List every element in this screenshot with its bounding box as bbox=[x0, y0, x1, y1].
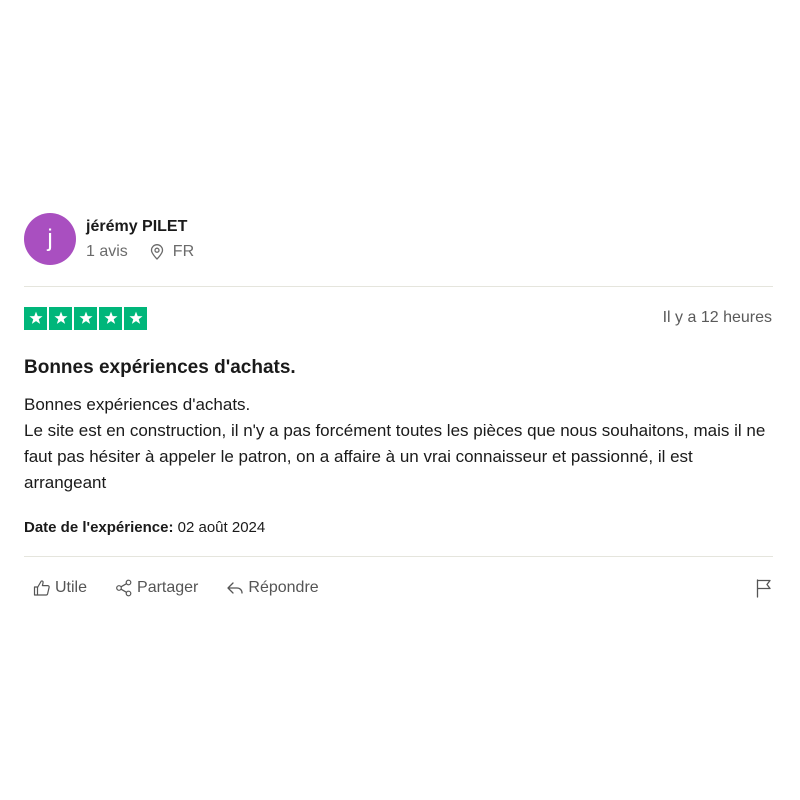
review-card: j jérémy PILET 1 avis FR Il y a 12 heure… bbox=[24, 212, 773, 601]
useful-label: Utile bbox=[55, 579, 88, 596]
reply-label: Répondre bbox=[248, 579, 319, 596]
reviewer-info: jérémy PILET 1 avis FR bbox=[86, 217, 194, 262]
avatar-initial: j bbox=[47, 225, 53, 252]
location-pin-icon bbox=[150, 243, 164, 260]
review-posted-time: Il y a 12 heures bbox=[662, 309, 772, 326]
thumbs-up-icon bbox=[33, 580, 50, 596]
review-body: Bonnes expériences d'achats. Le site est… bbox=[24, 392, 773, 496]
star-icon bbox=[74, 306, 97, 330]
star-rating bbox=[24, 306, 147, 330]
share-button[interactable]: Partager bbox=[115, 579, 198, 597]
flag-icon bbox=[756, 579, 771, 598]
reviewer-header: j jérémy PILET 1 avis FR bbox=[24, 212, 773, 266]
star-icon bbox=[99, 306, 122, 330]
divider-top bbox=[24, 286, 773, 287]
reply-button[interactable]: Répondre bbox=[226, 579, 319, 597]
report-flag-button[interactable] bbox=[755, 578, 773, 598]
experience-date-value: 02 août 2024 bbox=[177, 519, 266, 536]
useful-button[interactable]: Utile bbox=[33, 579, 87, 597]
review-actions: Utile Partager Répondre bbox=[24, 575, 773, 601]
star-icon bbox=[49, 306, 72, 330]
reply-icon bbox=[227, 582, 244, 594]
experience-date-label: Date de l'expérience: bbox=[24, 519, 174, 536]
reviews-count: 1 avis bbox=[86, 242, 128, 260]
experience-date: Date de l'expérience: 02 août 2024 bbox=[24, 518, 773, 538]
reviewer-country: FR bbox=[172, 242, 195, 260]
share-icon bbox=[116, 579, 132, 597]
star-icon bbox=[124, 306, 147, 330]
rating-row: Il y a 12 heures bbox=[24, 306, 773, 330]
review-body-line: Le site est en construction, il n'y a pa… bbox=[24, 421, 766, 492]
star-icon bbox=[24, 306, 47, 330]
reviewer-meta: 1 avis FR bbox=[86, 242, 194, 262]
avatar[interactable]: j bbox=[24, 213, 76, 265]
review-body-line: Bonnes expériences d'achats. bbox=[24, 395, 251, 414]
divider-bottom bbox=[24, 556, 773, 557]
share-label: Partager bbox=[137, 579, 199, 596]
review-title: Bonnes expériences d'achats. bbox=[24, 357, 296, 378]
reviewer-name[interactable]: jérémy PILET bbox=[86, 217, 194, 237]
